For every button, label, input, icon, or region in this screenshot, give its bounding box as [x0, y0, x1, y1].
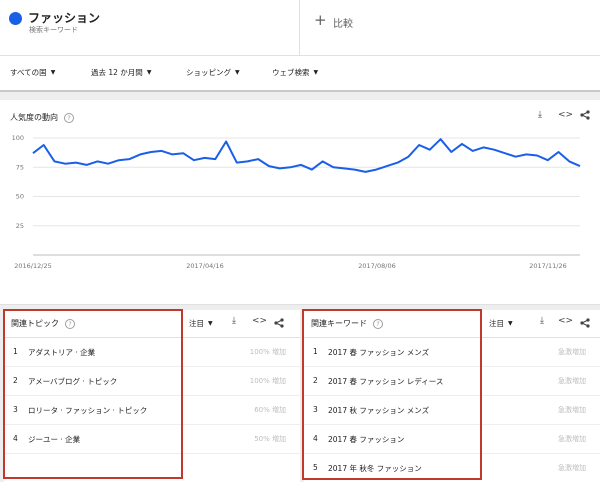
caret-down-icon: ▼ — [208, 320, 213, 327]
row-value: 50% 増加 — [254, 435, 286, 443]
y-tick-label: 50 — [16, 193, 24, 201]
row-rank: 4 — [13, 434, 18, 443]
filter-category-label: ショッピング — [186, 68, 231, 77]
row-rank: 5 — [313, 463, 318, 472]
row-rank: 1 — [13, 347, 18, 356]
related-topics-sort[interactable]: 注目 ▼ — [189, 318, 213, 329]
related-topics-header: 関連トピック ? 注目 ▼ ⤓ <> — [4, 310, 300, 338]
row-name: 2017 春 ファッション レディース — [328, 377, 444, 386]
filter-time-range-label: 過去 12 か月間 — [91, 68, 143, 77]
filter-search-type[interactable]: ウェブ検索 ▼ — [272, 67, 318, 78]
related-queries-title-wrap: 関連キーワード ? — [311, 318, 383, 329]
search-term-bar: ファッション 検索キーワード + 比較 — [0, 0, 600, 56]
list-item[interactable]: 1 2017 春 ファッション メンズ 急激増加 — [304, 338, 600, 367]
related-queries-header: 関連キーワード ? 注目 ▼ ⤓ <> — [304, 310, 600, 338]
row-value: 急激増加 — [558, 348, 586, 356]
filter-region-label: すべての国 — [10, 68, 47, 77]
list-item[interactable]: 5 2017 年 秋冬 ファッション 急激増加 — [304, 454, 600, 482]
row-value: 100% 増加 — [249, 348, 286, 356]
compare-button[interactable]: + 比較 — [300, 0, 600, 55]
row-rank: 4 — [313, 434, 318, 443]
x-tick-label: 2016/12/25 — [14, 262, 51, 270]
row-rank: 1 — [313, 347, 318, 356]
x-tick-label: 2017/04/16 — [186, 262, 223, 270]
caret-down-icon: ▼ — [50, 69, 56, 76]
filter-bar: すべての国 ▼ 過去 12 か月間 ▼ ショッピング ▼ ウェブ検索 ▼ — [0, 56, 600, 92]
y-tick-label: 75 — [16, 163, 24, 171]
plus-icon: + — [314, 11, 327, 29]
row-rank: 3 — [13, 405, 18, 414]
download-icon[interactable]: ⤓ — [232, 316, 236, 326]
related-topics-sort-label: 注目 — [189, 319, 204, 328]
row-name: ジーユー · 企業 — [28, 435, 81, 444]
related-topics-title-wrap: 関連トピック ? — [11, 318, 75, 329]
share-icon[interactable] — [580, 318, 590, 331]
help-icon[interactable]: ? — [373, 318, 383, 329]
interest-over-time-card: 人気度の動向 ? ⤓ <> 25 50 75 100 2016/12/25 2017/04… — [0, 100, 600, 305]
filter-category[interactable]: ショッピング ▼ — [186, 67, 240, 78]
filter-time-range[interactable]: 過去 12 か月間 ▼ — [91, 67, 151, 78]
list-item[interactable]: 2 アメーバブログ · トピック 100% 増加 — [4, 367, 300, 396]
search-term-chip[interactable]: ファッション 検索キーワード — [0, 0, 300, 56]
row-value: 60% 増加 — [254, 406, 286, 414]
list-item[interactable]: 2 2017 春 ファッション レディース 急激増加 — [304, 367, 600, 396]
y-tick-label: 100 — [12, 134, 24, 142]
related-topics-title: 関連トピック — [11, 319, 59, 328]
related-queries-sort[interactable]: 注目 ▼ — [489, 318, 513, 329]
caret-down-icon: ▼ — [146, 69, 152, 76]
row-rank: 2 — [13, 376, 18, 385]
row-value: 急激増加 — [558, 406, 586, 414]
related-queries-sort-label: 注目 — [489, 319, 504, 328]
row-rank: 2 — [313, 376, 318, 385]
row-value: 100% 増加 — [249, 377, 286, 385]
related-queries-panel: 関連キーワード ? 注目 ▼ ⤓ <> 1 2017 春 ファッション メンズ 急… — [304, 310, 600, 482]
y-tick-label: 25 — [16, 222, 24, 230]
row-name: 2017 春 ファッション メンズ — [328, 348, 430, 357]
list-item[interactable]: 4 ジーユー · 企業 50% 増加 — [4, 425, 300, 454]
row-name: ロリータ · ファッション · トピック — [28, 406, 148, 415]
interest-line-chart: 25 50 75 100 2016/12/25 2017/04/16 2017/08/06 2… — [12, 134, 581, 270]
row-name: アメーバブログ · トピック — [28, 377, 118, 386]
row-name: 2017 年 秋冬 ファッション — [328, 464, 422, 473]
caret-down-icon: ▼ — [313, 69, 319, 76]
row-name: アダストリア · 企業 — [28, 348, 96, 357]
download-icon[interactable]: ⤓ — [540, 316, 544, 326]
compare-label: 比較 — [333, 19, 353, 30]
x-tick-label: 2017/11/26 — [529, 262, 566, 270]
row-value: 急激増加 — [558, 464, 586, 472]
filter-search-type-label: ウェブ検索 — [272, 68, 310, 77]
row-value: 急激増加 — [558, 435, 586, 443]
caret-down-icon: ▼ — [235, 69, 240, 76]
search-term-subtitle: 検索キーワード — [29, 26, 78, 34]
section-separator — [0, 92, 600, 100]
list-item[interactable]: 3 2017 秋 ファッション メンズ 急激増加 — [304, 396, 600, 425]
help-icon[interactable]: ? — [65, 318, 75, 329]
filter-region[interactable]: すべての国 ▼ — [10, 67, 55, 78]
x-tick-label: 2017/08/06 — [358, 262, 395, 270]
row-value: 急激増加 — [558, 377, 586, 385]
row-name: 2017 春 ファッション — [328, 435, 405, 444]
caret-down-icon: ▼ — [508, 320, 513, 327]
search-term-title: ファッション — [28, 11, 101, 25]
row-rank: 3 — [313, 405, 318, 414]
related-topics-panel: 関連トピック ? 注目 ▼ ⤓ <> 1 アダストリア · 企業 100% 増加 … — [4, 310, 300, 482]
list-item[interactable]: 3 ロリータ · ファッション · トピック 60% 増加 — [4, 396, 300, 425]
embed-icon[interactable]: <> — [558, 316, 573, 326]
share-icon[interactable] — [274, 318, 284, 331]
related-queries-title: 関連キーワード — [311, 319, 367, 328]
embed-icon[interactable]: <> — [252, 316, 267, 326]
row-name: 2017 秋 ファッション メンズ — [328, 406, 430, 415]
series-color-dot — [9, 12, 22, 25]
list-item[interactable]: 4 2017 春 ファッション 急激増加 — [304, 425, 600, 454]
list-item[interactable]: 1 アダストリア · 企業 100% 増加 — [4, 338, 300, 367]
